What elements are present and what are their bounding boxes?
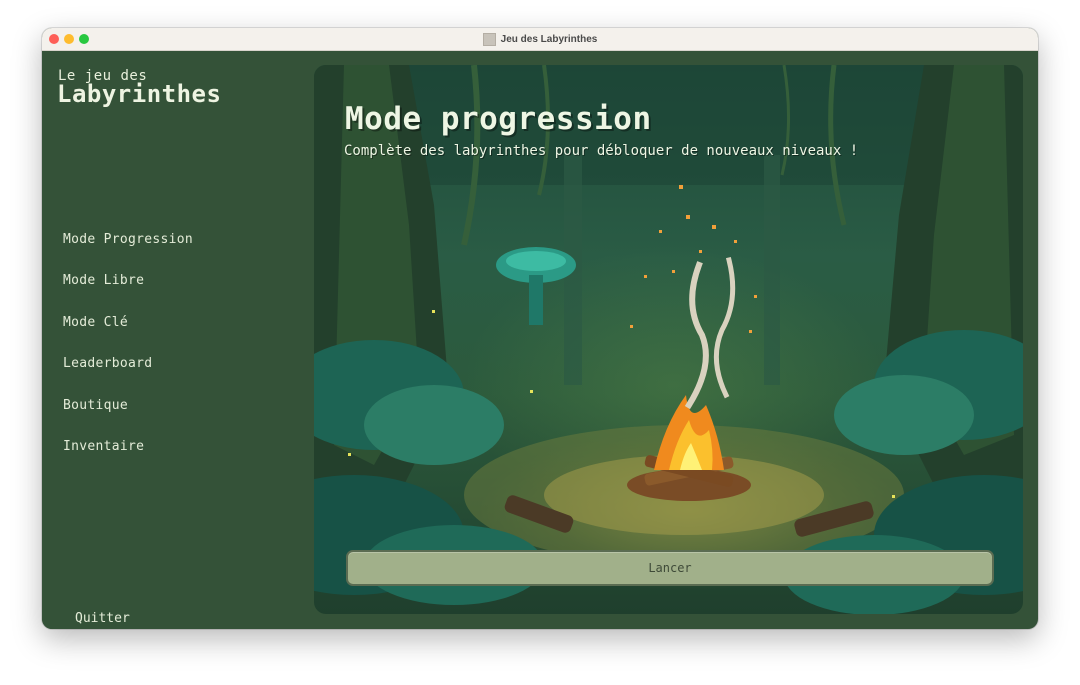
page-title: Mode progression	[345, 101, 652, 137]
sidebar-item-mode-progression[interactable]: Mode Progression	[63, 232, 193, 247]
app-window: Jeu des Labyrinthes Le jeu des Labyrinth…	[42, 28, 1038, 629]
sidebar-item-mode-cle[interactable]: Mode Clé	[63, 315, 128, 330]
sidebar-item-mode-libre[interactable]: Mode Libre	[63, 273, 144, 288]
mode-panel: Mode progression Complète des labyrinthe…	[314, 65, 1023, 614]
window-title: Jeu des Labyrinthes	[500, 33, 598, 45]
sidebar-item-inventaire[interactable]: Inventaire	[63, 439, 144, 454]
page-subtitle: Complète des labyrinthes pour débloquer …	[344, 143, 859, 159]
launch-button[interactable]: Lancer	[346, 550, 994, 586]
sidebar-item-leaderboard[interactable]: Leaderboard	[63, 356, 152, 371]
quit-button[interactable]: Quitter	[75, 611, 130, 626]
sidebar: Le jeu des Labyrinthes Mode Progression …	[42, 51, 314, 629]
title-bar[interactable]: Jeu des Labyrinthes	[42, 28, 1038, 51]
window-title-group: Jeu des Labyrinthes	[42, 28, 1038, 50]
logo-line-2: Labyrinthes	[57, 80, 222, 108]
sidebar-item-boutique[interactable]: Boutique	[63, 398, 128, 413]
document-icon	[482, 32, 496, 46]
